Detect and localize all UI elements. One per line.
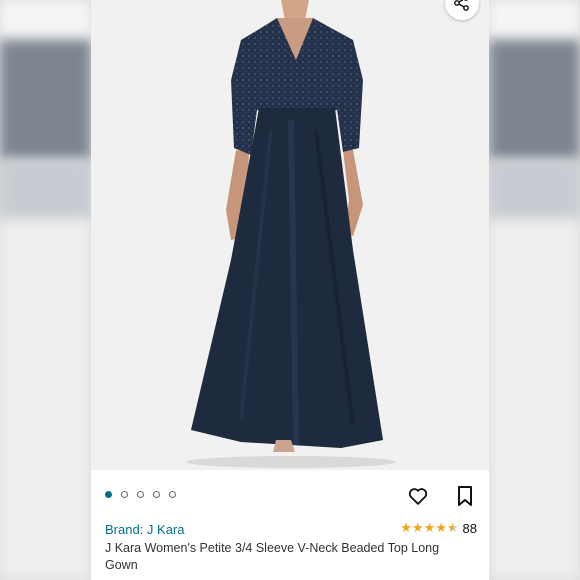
carousel-dot[interactable] xyxy=(121,491,128,498)
heart-icon xyxy=(408,488,428,505)
bookmark-icon xyxy=(458,486,472,506)
carousel-dot[interactable] xyxy=(105,491,112,498)
product-info: Brand: J Kara ★ ★ ★ ★ ★ 88 J Kara Women'… xyxy=(91,470,489,580)
product-card: Brand: J Kara ★ ★ ★ ★ ★ 88 J Kara Women'… xyxy=(91,0,489,580)
share-icon xyxy=(454,0,469,11)
star-icon: ★ xyxy=(400,521,412,536)
dress-illustration xyxy=(186,0,396,468)
favorite-button[interactable] xyxy=(407,485,429,507)
star-icon: ★ xyxy=(435,521,447,536)
product-title: J Kara Women's Petite 3/4 Sleeve V-Neck … xyxy=(105,541,440,572)
save-button[interactable] xyxy=(455,485,475,507)
star-icon: ★ xyxy=(411,521,424,536)
rating[interactable]: ★ ★ ★ ★ ★ 88 xyxy=(400,521,477,536)
carousel-dot[interactable] xyxy=(153,491,160,498)
carousel-dot[interactable] xyxy=(137,491,144,498)
blurred-backdrop-right xyxy=(489,0,580,580)
star-icon: ★ xyxy=(423,521,436,536)
rating-count[interactable]: 88 xyxy=(463,521,477,536)
product-image[interactable] xyxy=(91,0,489,470)
carousel-dot[interactable] xyxy=(169,491,176,498)
blurred-backdrop-left xyxy=(0,0,91,580)
star-half-icon: ★ xyxy=(446,521,459,536)
image-carousel-indicator[interactable] xyxy=(105,491,176,498)
brand-link[interactable]: Brand: J Kara xyxy=(105,522,185,537)
rating-stars: ★ ★ ★ ★ ★ xyxy=(400,522,458,535)
